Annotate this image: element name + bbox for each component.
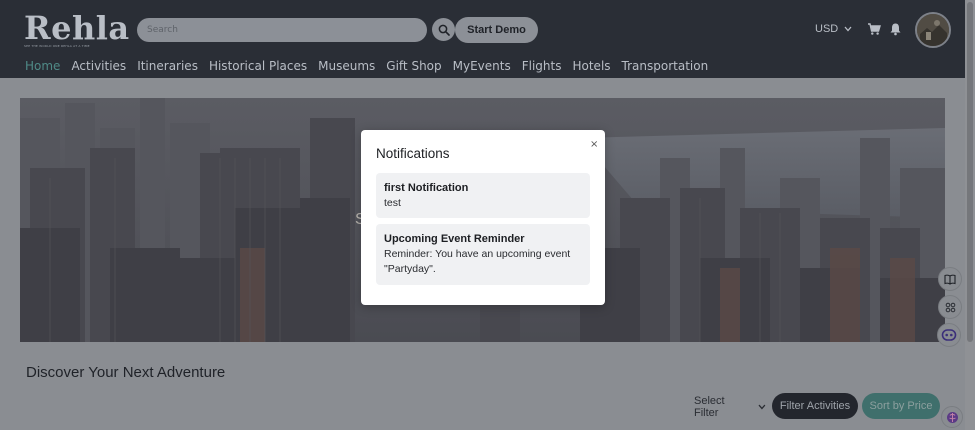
avatar[interactable] xyxy=(915,12,951,48)
page-scrollbar[interactable] xyxy=(965,0,975,430)
nav-item-transportation[interactable]: Transportation xyxy=(622,58,709,74)
notification-title: Upcoming Event Reminder xyxy=(384,233,525,245)
chatbot-icon xyxy=(941,329,957,341)
search-button[interactable] xyxy=(432,18,455,41)
modal-title: Notifications xyxy=(376,146,450,161)
nav-item-museums[interactable]: Museums xyxy=(318,58,375,74)
nav-item-activities[interactable]: Activities xyxy=(71,58,126,74)
nav-item-historical-places[interactable]: Historical Places xyxy=(209,58,307,74)
logo-text: Rehla xyxy=(24,9,130,47)
chevron-down-icon xyxy=(844,26,852,32)
notification-title: first Notification xyxy=(384,182,469,194)
notification-item[interactable]: first Notification test xyxy=(376,173,590,218)
nav-item-myevents[interactable]: MyEvents xyxy=(453,58,511,74)
search-input[interactable] xyxy=(137,18,427,42)
search-icon xyxy=(438,24,450,36)
apps-button[interactable] xyxy=(938,295,962,319)
nav-item-gift-shop[interactable]: Gift Shop xyxy=(386,58,441,74)
notifications-modal: × Notifications first Notification test … xyxy=(361,130,605,305)
cart-icon[interactable] xyxy=(867,22,881,36)
currency-label: USD xyxy=(815,23,839,35)
select-filter-dropdown[interactable]: Select Filter xyxy=(686,395,766,419)
section-title: Discover Your Next Adventure xyxy=(26,364,226,381)
close-icon[interactable]: × xyxy=(590,139,598,151)
main-nav: Home Activities Itineraries Historical P… xyxy=(25,58,719,74)
start-demo-button[interactable]: Start Demo xyxy=(455,17,538,43)
sort-by-price-button[interactable]: Sort by Price xyxy=(862,393,940,419)
nav-item-itineraries[interactable]: Itineraries xyxy=(137,58,198,74)
scrollbar-thumb[interactable] xyxy=(967,2,973,342)
chevron-down-icon xyxy=(758,404,766,410)
logo[interactable]: Rehla SEE THE WORLD ONE REHLA AT A TIME xyxy=(24,10,130,48)
nav-item-home[interactable]: Home xyxy=(25,58,60,74)
guide-button[interactable] xyxy=(938,267,962,291)
grid-icon xyxy=(945,302,955,312)
brain-icon xyxy=(946,411,958,423)
nav-item-hotels[interactable]: Hotels xyxy=(572,58,610,74)
filter-activities-button[interactable]: Filter Activities xyxy=(772,393,858,419)
book-icon xyxy=(944,274,956,285)
chatbot-button[interactable] xyxy=(937,323,961,347)
top-header: Rehla SEE THE WORLD ONE REHLA AT A TIME … xyxy=(0,0,965,78)
notification-message: test xyxy=(384,197,401,209)
bell-icon[interactable] xyxy=(889,22,902,36)
select-filter-label: Select Filter xyxy=(694,395,725,419)
nav-item-flights[interactable]: Flights xyxy=(522,58,562,74)
notification-message: Reminder: You have an upcoming event "Pa… xyxy=(384,248,571,275)
avatar-image xyxy=(917,14,949,46)
currency-selector[interactable]: USD xyxy=(815,23,852,35)
notification-item[interactable]: Upcoming Event Reminder Reminder: You ha… xyxy=(376,224,590,285)
assistant-button[interactable] xyxy=(941,406,963,428)
